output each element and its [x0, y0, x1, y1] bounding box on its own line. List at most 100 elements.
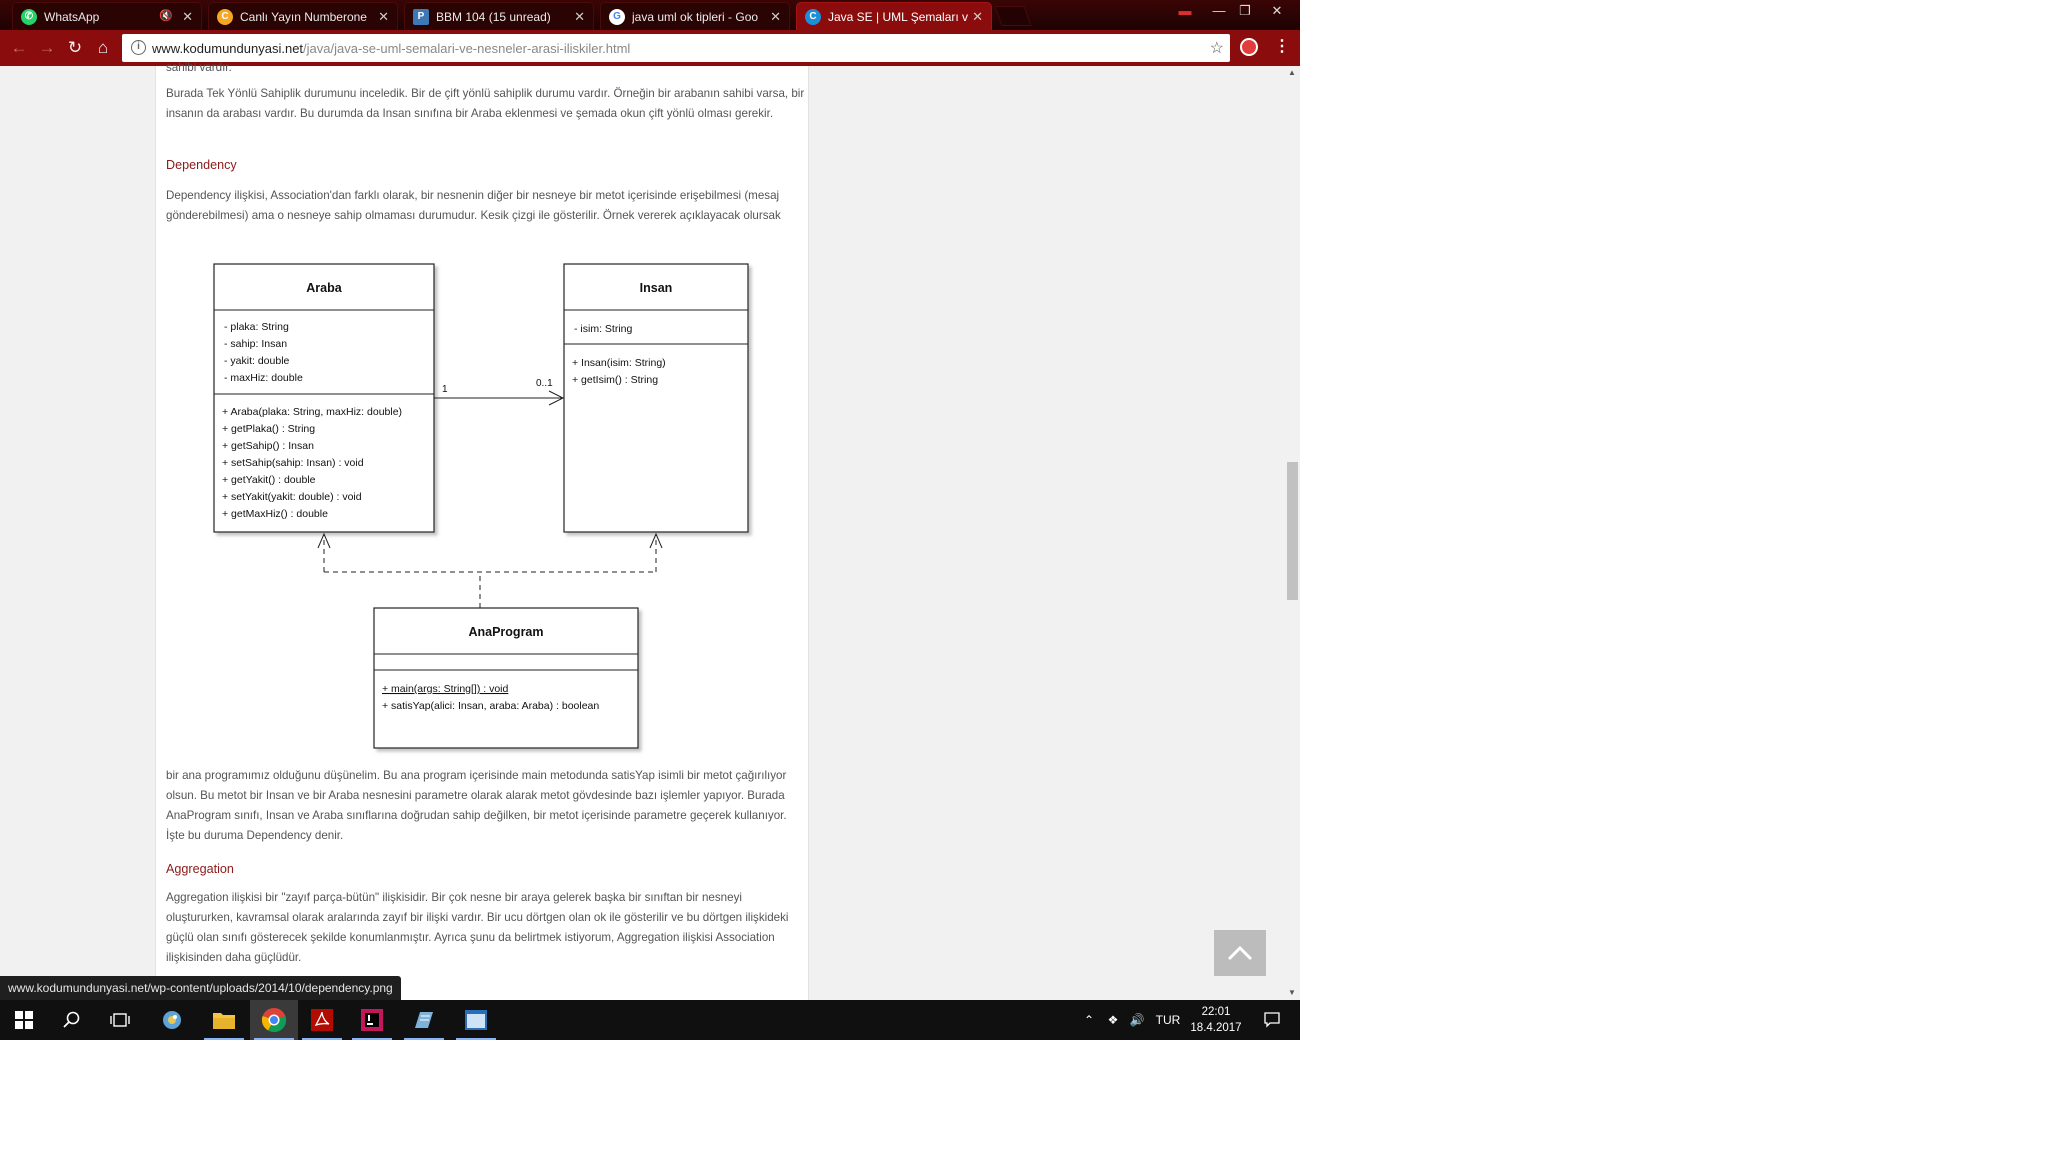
new-tab-button[interactable] [994, 6, 1032, 26]
action-center-icon [1264, 1012, 1280, 1028]
clock[interactable]: 22:01 18.4.2017 [1186, 1004, 1246, 1036]
attribute: - isim: String [574, 323, 633, 335]
heading-dependency: Dependency [166, 158, 237, 172]
windows-taskbar: ⌃ ❖ 🔊 TUR 22:01 18.4.2017 [0, 1000, 1300, 1040]
dropbox-icon[interactable]: ❖ [1102, 1000, 1124, 1040]
app-window-icon [465, 1010, 487, 1030]
paragraph-dependency: Dependency ilişkisi, Association'dan far… [166, 189, 781, 222]
close-icon[interactable]: ✕ [378, 9, 389, 25]
taskbar-app-notes[interactable] [400, 1000, 448, 1040]
paragraph-aggregation: Aggregation ilişkisi bir "zayıf parça-bü… [166, 891, 789, 964]
taskbar-app-file-explorer[interactable] [200, 1000, 248, 1040]
start-button[interactable] [0, 1000, 48, 1040]
scroll-to-top-button[interactable] [1214, 930, 1266, 976]
reload-button[interactable]: ↻ [62, 36, 88, 60]
tab-java-se-uml[interactable]: C Java SE | UML Şemaları v ✕ [796, 2, 992, 30]
user-icon[interactable]: ▬ [1170, 0, 1200, 24]
screen: ✆ WhatsApp 🔇 ✕ C Canlı Yayın Numberone ✕… [0, 0, 1300, 1040]
uml-class-araba: Araba - plaka: String - sahip: Insan - y… [213, 263, 435, 533]
search-icon [63, 1011, 80, 1028]
search-button[interactable] [48, 1000, 96, 1040]
back-button[interactable]: ← [6, 36, 32, 60]
url-path: /java/java-se-uml-semalari-ve-nesneler-a… [303, 40, 631, 56]
close-icon[interactable]: ✕ [182, 9, 193, 25]
class-name: Araba [306, 281, 342, 295]
cutoff-text: sahibi vardır. [166, 61, 232, 72]
method: + setYakit(yakit: double) : void [222, 491, 362, 503]
google-icon: G [609, 8, 625, 25]
notes-icon [415, 1012, 433, 1028]
close-icon[interactable]: ✕ [972, 9, 983, 25]
uml-class-insan: Insan - isim: String + Insan(isim: Strin… [563, 263, 749, 533]
site-icon: C [805, 8, 821, 25]
taskbar-app-window[interactable] [452, 1000, 500, 1040]
method: + Araba(plaka: String, maxHiz: double) [222, 406, 402, 418]
chrome-icon [261, 1008, 287, 1033]
language-indicator[interactable]: TUR [1152, 1000, 1184, 1040]
tab-google-search[interactable]: G java uml ok tipleri - Goo ✕ [600, 2, 790, 30]
page-viewport: sahibi vardır. Burada Tek Yönlü Sahiplik… [0, 61, 1300, 1000]
extension-icon[interactable] [1240, 38, 1258, 56]
tab-title: Java SE | UML Şemaları v [828, 9, 969, 24]
taskbar-app-settings-tool[interactable] [148, 1000, 196, 1040]
radio-icon: C [217, 8, 233, 25]
clock-time: 22:01 [1201, 1006, 1231, 1018]
tray-chevron-up-icon[interactable]: ⌃ [1080, 1000, 1098, 1040]
heading-aggregation: Aggregation [166, 862, 234, 876]
task-view-button[interactable] [96, 1000, 144, 1040]
method: + getYakit() : double [222, 474, 316, 486]
taskbar-app-intellij[interactable] [348, 1000, 396, 1040]
attribute: - maxHiz: double [224, 372, 303, 384]
scrollbar-thumb[interactable] [1287, 462, 1298, 600]
taskbar-app-chrome[interactable] [250, 1000, 298, 1040]
dependency-arrows [317, 532, 663, 608]
forward-button[interactable]: → [34, 36, 60, 60]
notifications-icon[interactable] [1256, 1000, 1288, 1040]
tab-title: WhatsApp [44, 9, 100, 24]
class-name: AnaProgram [468, 625, 543, 639]
method: + getPlaka() : String [222, 423, 315, 435]
info-icon[interactable]: i [131, 40, 146, 55]
tab-strip: ✆ WhatsApp 🔇 ✕ C Canlı Yayın Numberone ✕… [0, 0, 1300, 30]
tab-canli-yayin[interactable]: C Canlı Yayın Numberone ✕ [208, 2, 398, 30]
folder-icon [213, 1013, 235, 1029]
method: + getSahip() : Insan [222, 440, 314, 452]
muted-icon: 🔇 [159, 10, 173, 22]
method: + Insan(isim: String) [572, 357, 666, 369]
scroll-down-arrow[interactable]: ▼ [1288, 988, 1296, 997]
menu-icon[interactable]: ⋮ [1274, 36, 1290, 56]
running-indicator [254, 1038, 294, 1040]
taskbar-app-acrobat[interactable] [298, 1000, 346, 1040]
restore-button[interactable]: ❐ [1230, 0, 1260, 24]
running-indicator [204, 1038, 244, 1040]
close-icon[interactable]: ✕ [770, 9, 781, 25]
tab-bbm104[interactable]: P BBM 104 (15 unread) ✕ [404, 2, 594, 30]
tab-title: BBM 104 (15 unread) [436, 9, 551, 24]
piazza-icon: P [413, 8, 429, 25]
uml-class-anaprogram: AnaProgram + main(args: String[]) : void… [373, 607, 639, 749]
uml-dependency-diagram[interactable]: Araba - plaka: String - sahip: Insan - y… [156, 252, 810, 822]
class-name: Insan [640, 281, 673, 295]
gear-tool-icon [163, 1011, 181, 1029]
scroll-up-arrow[interactable]: ▲ [1288, 68, 1296, 77]
method: + main(args: String[]) : void [382, 683, 508, 695]
scrollbar[interactable]: ▲ ▼ [1284, 66, 1300, 1000]
clock-date: 18.4.2017 [1190, 1022, 1242, 1034]
chevron-up-icon [1227, 945, 1253, 961]
close-window-button[interactable]: ✕ [1262, 0, 1292, 24]
attribute: - plaka: String [224, 321, 289, 333]
association-arrow: 1 0..1 [434, 378, 565, 406]
tab-whatsapp[interactable]: ✆ WhatsApp 🔇 ✕ [12, 2, 202, 30]
running-indicator [456, 1038, 496, 1040]
bookmark-star-icon[interactable]: ☆ [1210, 38, 1224, 58]
windows-icon [15, 1011, 33, 1029]
pdf-reader-icon [311, 1009, 333, 1031]
volume-icon[interactable]: 🔊 [1126, 1000, 1148, 1040]
paragraph-ownership: Burada Tek Yönlü Sahiplik durumunu incel… [166, 87, 805, 120]
running-indicator [404, 1038, 444, 1040]
home-button[interactable]: ⌂ [90, 36, 116, 60]
status-bar-url: www.kodumundunyasi.net/wp-content/upload… [0, 976, 401, 1000]
close-icon[interactable]: ✕ [574, 9, 585, 25]
url-host: www.kodumundunyasi.net [152, 40, 304, 56]
running-indicator [302, 1038, 342, 1040]
